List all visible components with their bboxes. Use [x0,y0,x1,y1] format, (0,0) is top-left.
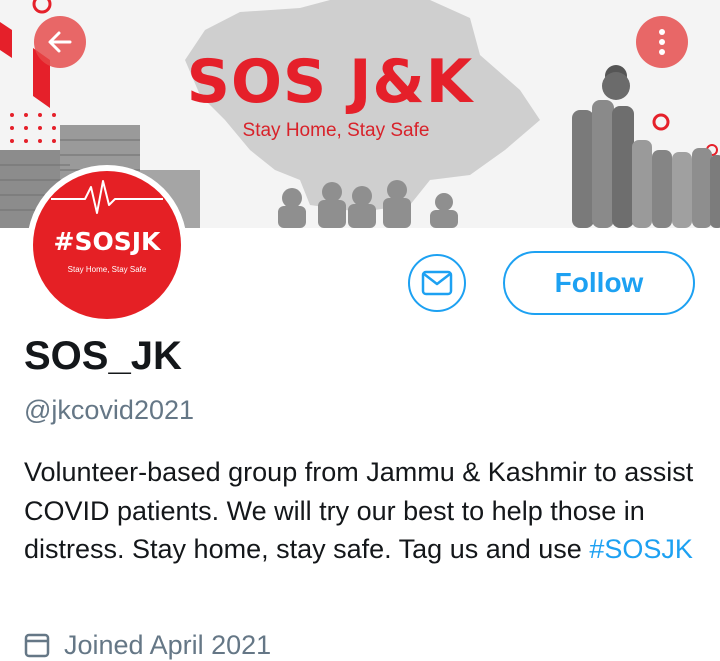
joined-text: Joined April 2021 [64,630,272,660]
user-handle: @jkcovid2021 [24,395,195,425]
arrow-left-icon [48,31,72,53]
avatar-logo: #SOSJK Stay Home, Stay Safe [33,171,181,319]
profile-avatar[interactable]: #SOSJK Stay Home, Stay Safe [27,165,187,325]
more-vertical-icon [659,29,665,55]
bio-hashtag-link[interactable]: #SOSJK [589,534,693,564]
banner-subtitle: Stay Home, Stay Safe [242,120,430,141]
back-button[interactable] [34,16,86,68]
banner-title: SOS J&K [186,47,474,117]
message-button[interactable] [408,254,466,312]
display-name: SOS_JK [24,334,182,378]
calendar-icon [24,633,50,658]
profile-bio: Volunteer-based group from Jammu & Kashm… [24,453,714,569]
avatar-hashtag: #SOSJK [53,227,161,256]
envelope-icon [421,270,453,296]
avatar-subtitle: Stay Home, Stay Safe [67,265,147,274]
more-options-button[interactable] [636,16,688,68]
follow-button[interactable]: Follow [503,251,695,315]
joined-date: Joined April 2021 [24,630,271,660]
